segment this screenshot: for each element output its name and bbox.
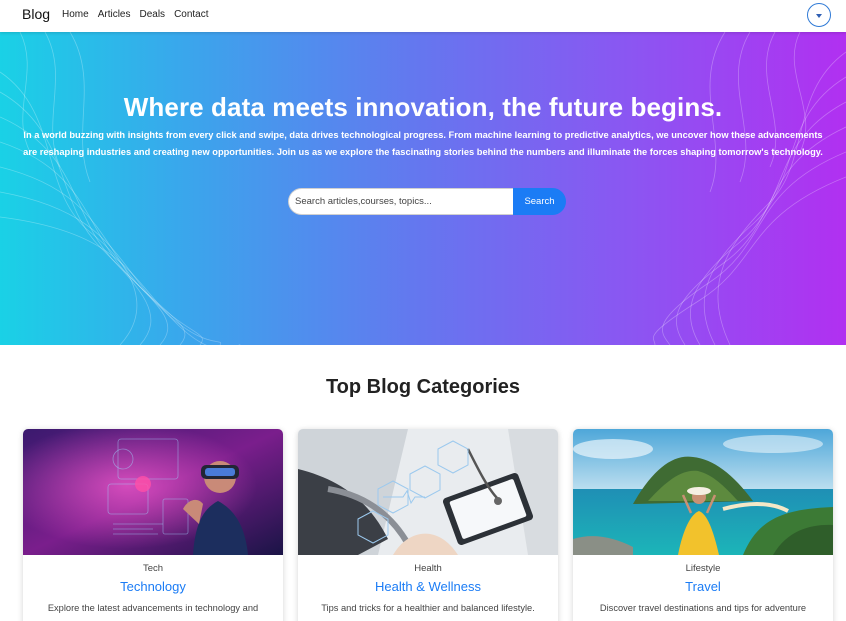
navbar: Blog Home Articles Deals Contact	[0, 0, 846, 32]
nav-links: Home Articles Deals Contact	[62, 9, 209, 20]
card-title[interactable]: Technology	[23, 579, 283, 594]
chevron-down-icon	[816, 13, 822, 18]
hero-description: In a world buzzing with insights from ev…	[23, 130, 823, 157]
card-category: Lifestyle	[685, 563, 721, 574]
brand-logo[interactable]: Blog	[22, 6, 50, 22]
section-title: Top Blog Categories	[325, 376, 521, 398]
nav-link-contact[interactable]: Contact	[174, 9, 208, 20]
category-card-travel[interactable]: Lifestyle Travel Discover travel destina…	[573, 429, 833, 621]
card-description: Explore the latest advancements in techn…	[47, 603, 259, 613]
search-input[interactable]	[288, 188, 513, 215]
category-card-health[interactable]: Health Health & Wellness Tips and tricks…	[298, 429, 558, 621]
card-category: Tech	[142, 563, 164, 574]
card-description: Discover travel destinations and tips fo…	[599, 603, 807, 613]
hero-banner: Where data meets innovation, the future …	[0, 32, 846, 345]
card-category: Health	[414, 563, 442, 574]
card-title[interactable]: Health & Wellness	[298, 579, 558, 594]
account-dropdown-button[interactable]	[807, 3, 831, 27]
category-card-technology[interactable]: Tech Technology Explore the latest advan…	[23, 429, 283, 621]
search-button[interactable]: Search	[513, 188, 566, 215]
nav-link-home[interactable]: Home	[62, 9, 89, 20]
card-description: Tips and tricks for a healthier and bala…	[321, 603, 535, 613]
card-title[interactable]: Travel	[573, 579, 833, 594]
search-bar: Search	[288, 188, 566, 215]
card-image-travel	[573, 429, 833, 555]
card-image-vr	[23, 429, 283, 555]
nav-link-articles[interactable]: Articles	[98, 9, 131, 20]
card-image-health	[298, 429, 558, 555]
nav-link-deals[interactable]: Deals	[139, 9, 165, 20]
hero-title: Where data meets innovation, the future …	[123, 92, 723, 122]
